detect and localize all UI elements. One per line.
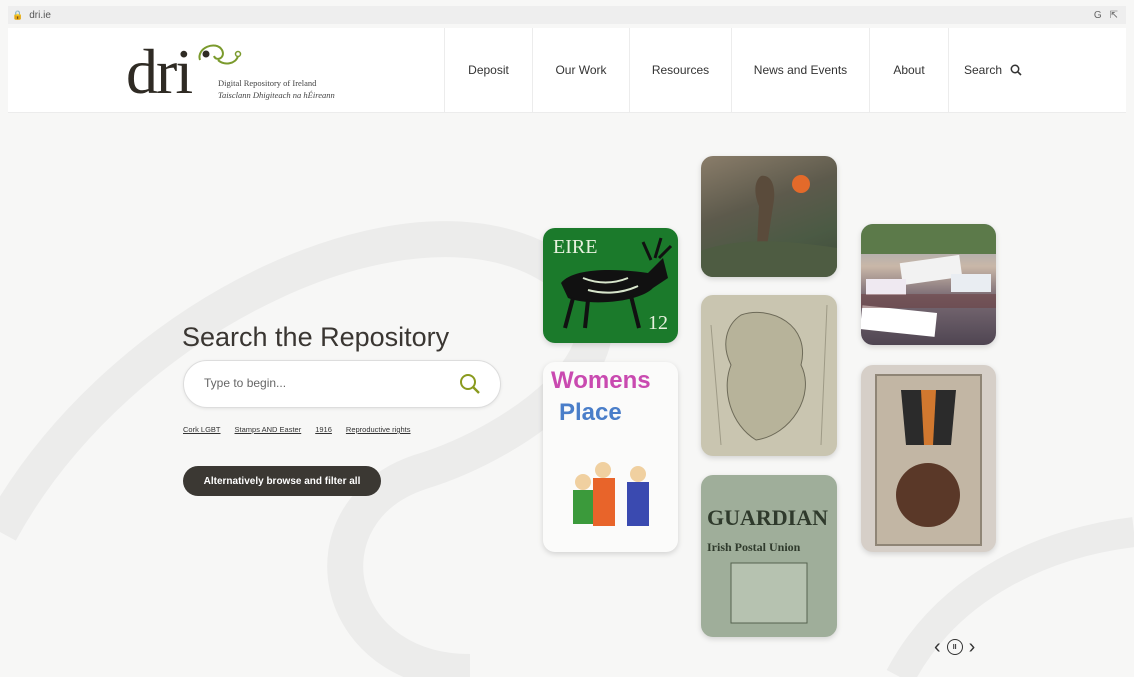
logo-tagline-en: Digital Repository of Ireland [218,78,317,88]
medal-image [875,374,982,546]
quick-link-reproductive-rights[interactable]: Reproductive rights [346,425,411,434]
nav-search-label: Search [963,63,1003,77]
nav-search[interactable]: Search [948,28,1037,112]
nav-resources[interactable]: Resources [629,28,731,112]
guardian-subtitle: Irish Postal Union [707,540,801,554]
repository-search-box [183,360,501,408]
share-icon[interactable]: ⇱ [1110,10,1118,21]
site-logo[interactable]: dri Digital Repository of Ireland Taiscl… [126,38,366,104]
main-nav: Deposit Our Work Resources News and Even… [444,28,1037,112]
womens-place-image: Womens Place [551,367,651,526]
carousel-pause-icon[interactable]: II [946,639,963,655]
quick-search-links: Cork LGBT Stamps AND Easter 1916 Reprodu… [183,425,425,434]
browse-all-button[interactable]: Alternatively browse and filter all [183,466,381,496]
logo-swirl-icon [198,44,242,65]
nav-news-and-events[interactable]: News and Events [731,28,869,112]
guardian-image: GUARDIAN Irish Postal Union [707,505,828,624]
search-input[interactable] [202,375,446,391]
carousel-prev-icon[interactable]: ‹ [934,637,941,657]
search-icon [1010,64,1022,76]
search-submit-icon[interactable] [458,372,482,396]
painting-image [701,175,837,277]
tile-guardian-newspaper[interactable]: GUARDIAN Irish Postal Union [701,475,837,637]
logo-tagline-ga: Taisclann Dhigiteach na hÉireann [218,90,335,100]
google-icon[interactable]: G [1094,10,1102,21]
tile-historic-map[interactable] [701,295,837,456]
stamp-value: 12 [648,312,668,334]
page-title: Search the Repository [182,322,450,353]
quick-link-stamps-easter[interactable]: Stamps AND Easter [235,425,302,434]
browser-address-bar[interactable]: 🔒 dri.ie G ⇱ [8,6,1126,24]
quick-link-1916[interactable]: 1916 [315,425,332,434]
nav-deposit[interactable]: Deposit [444,28,532,112]
quick-link-cork-lgbt[interactable]: Cork LGBT [183,425,221,434]
guardian-title: GUARDIAN [707,505,828,530]
site-header: dri Digital Repository of Ireland Taiscl… [8,28,1126,113]
carousel-controls: ‹ II › [934,637,975,657]
lock-icon: 🔒 [12,9,24,20]
protest-image [861,224,996,337]
tile-painting[interactable] [701,156,837,277]
tile-eire-stamp[interactable]: EIRE 12 [543,228,678,343]
tile-medal-photo[interactable] [861,365,996,552]
carousel-next-icon[interactable]: › [969,637,976,657]
nav-about[interactable]: About [869,28,948,112]
map-image [710,304,828,446]
url-text: dri.ie [29,9,51,21]
poster-line-2: Place [559,399,622,426]
nav-our-work[interactable]: Our Work [532,28,629,112]
tile-womens-place-poster[interactable]: Womens Place [543,362,678,552]
poster-line-1: Womens [551,367,651,394]
tile-protest-photo[interactable] [861,224,996,345]
logo-wordmark: dri [126,36,193,107]
